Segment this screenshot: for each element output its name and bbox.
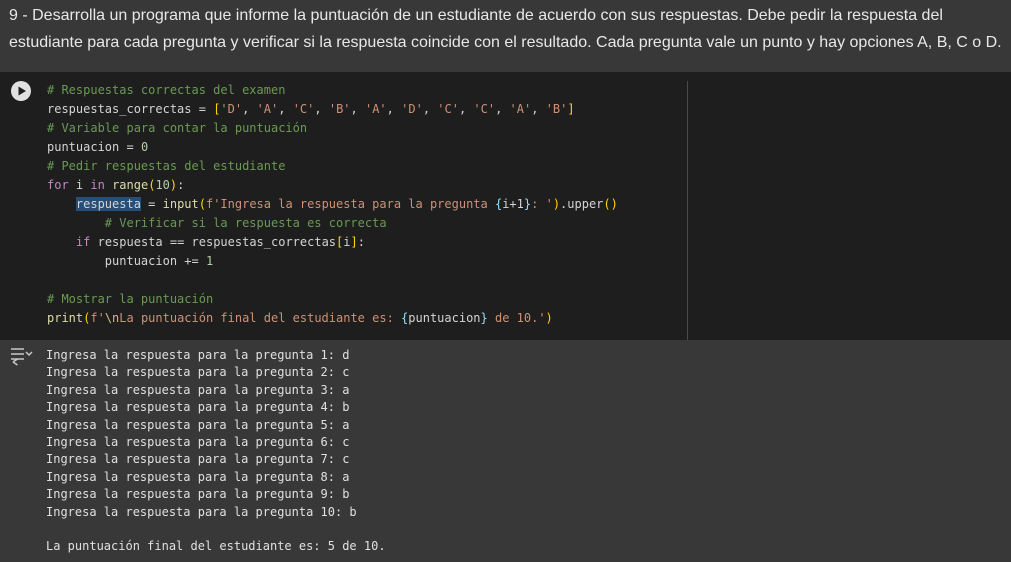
output-line: Ingresa la respuesta para la pregunta 4:… [46, 400, 350, 415]
list-item: 'C' [473, 102, 496, 116]
code-string: de 10.' [487, 311, 546, 325]
code-method: .upper [560, 197, 604, 211]
code-identifier: respuesta [97, 235, 163, 249]
code-content: # Respuestas correctas del examen respue… [47, 83, 618, 325]
list-item: 'B' [545, 102, 568, 116]
output-line: Ingresa la respuesta para la pregunta 3:… [46, 382, 350, 397]
list-item: 'D' [220, 102, 243, 116]
list-item: 'C' [437, 102, 459, 116]
code-expression: puntuacion [408, 311, 481, 325]
code-identifier: i [75, 178, 84, 192]
code-comment: # Mostrar la puntuación [47, 292, 214, 306]
run-cell-button[interactable] [11, 81, 31, 101]
output-text: Ingresa la respuesta para la pregunta 1:… [46, 347, 386, 556]
code-comment: # Variable para contar la puntuación [47, 121, 308, 135]
code-identifier: respuesta [75, 197, 141, 211]
code-editor[interactable]: # Respuestas correctas del examen respue… [41, 81, 688, 340]
code-keyword: if [75, 235, 91, 249]
list-item: 'D' [401, 102, 423, 116]
output-line: Ingresa la respuesta para la pregunta 5:… [46, 417, 350, 432]
code-identifier: respuestas_correctas [47, 102, 192, 116]
code-identifier: puntuacion [104, 254, 178, 268]
output-line: Ingresa la respuesta para la pregunta 8:… [46, 469, 350, 484]
markdown-cell[interactable]: 9 - Desarrolla un programa que informe l… [0, 0, 1011, 72]
code-number: 10 [155, 178, 170, 192]
code-cell[interactable]: # Respuestas correctas del examen respue… [0, 72, 1011, 340]
output-line: La puntuación final del estudiante es: 5… [46, 539, 386, 554]
code-keyword: in [90, 178, 105, 192]
code-string: f' [90, 311, 105, 325]
output-line: Ingresa la respuesta para la pregunta 1:… [46, 348, 350, 362]
code-function: input [162, 197, 199, 211]
code-identifier: i [343, 235, 351, 249]
code-comment: # Verificar si la respuesta es correcta [104, 216, 387, 230]
exercise-description: 9 - Desarrolla un programa que informe l… [9, 7, 1002, 51]
code-string: f'Ingresa la respuesta para la pregunta [205, 197, 495, 211]
output-line: Ingresa la respuesta para la pregunta 6:… [46, 435, 350, 450]
output-line: Ingresa la respuesta para la pregunta 2:… [46, 365, 350, 380]
code-function: range [112, 178, 149, 192]
code-identifier: puntuacion [47, 140, 120, 154]
list-item: 'C' [292, 102, 315, 116]
play-icon [18, 86, 26, 96]
code-function: print [47, 311, 84, 325]
code-expression: i+1 [502, 197, 524, 211]
list-item: 'B' [328, 102, 351, 116]
output-toggle-icon[interactable] [9, 346, 33, 366]
code-string: : ' [531, 197, 553, 211]
code-number: 1 [205, 254, 214, 268]
code-keyword: for [47, 178, 69, 192]
code-identifier: respuestas_correctas [191, 235, 337, 249]
code-string: La puntuación final del estudiante es: [119, 311, 402, 325]
cell-output: Ingresa la respuesta para la pregunta 1:… [0, 340, 1011, 562]
list-item: 'A' [364, 102, 387, 116]
code-number: 0 [140, 140, 149, 154]
output-line: Ingresa la respuesta para la pregunta 9:… [46, 487, 350, 502]
output-line: Ingresa la respuesta para la pregunta 10… [46, 504, 357, 519]
code-escape: \n [104, 311, 120, 325]
list-item: 'A' [256, 102, 279, 116]
code-comment: # Pedir respuestas del estudiante [47, 159, 286, 173]
list-item: 'A' [509, 102, 532, 116]
code-comment: # Respuestas correctas del examen [47, 83, 286, 97]
output-line: Ingresa la respuesta para la pregunta 7:… [46, 452, 350, 467]
